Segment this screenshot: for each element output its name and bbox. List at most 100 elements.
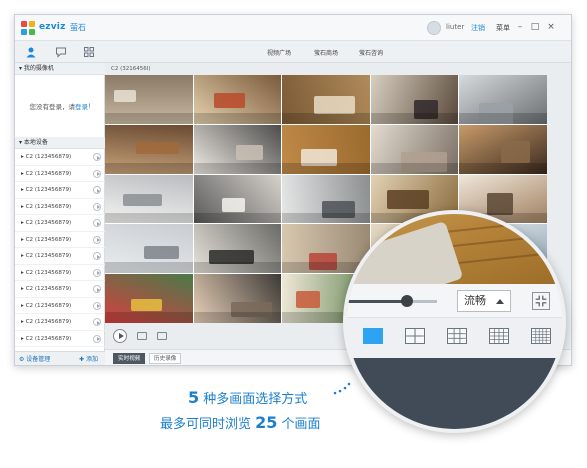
video-tile-floor <box>105 262 193 274</box>
tab-live-video[interactable]: 实时视频 <box>113 353 146 364</box>
device-list-item[interactable]: ▸ C2 (123456879) <box>15 281 105 298</box>
video-tile[interactable] <box>459 124 547 174</box>
avatar[interactable] <box>427 21 441 35</box>
grid-apps-icon[interactable] <box>83 46 95 58</box>
video-tile-scene <box>213 93 246 108</box>
device-list-item[interactable]: ▸ C2 (123456879) <box>15 166 105 182</box>
layout-2x2-icon[interactable] <box>405 328 425 344</box>
video-tile[interactable] <box>459 75 547 124</box>
layout-4x4-icon[interactable] <box>489 328 509 344</box>
layout-selector <box>347 318 562 358</box>
device-label: C2 (123456879) <box>25 319 72 325</box>
video-tile[interactable] <box>193 124 282 174</box>
video-tile-scene <box>144 246 180 259</box>
volume-slider-knob[interactable] <box>401 295 413 307</box>
add-device-button[interactable]: ✚ 添加 <box>79 352 98 365</box>
tab-news[interactable]: 萤石咨询 <box>359 48 383 57</box>
video-tile[interactable] <box>193 224 282 274</box>
nav-bar: 视频广场 萤石商场 萤石咨询 <box>15 41 571 63</box>
quality-value: 流畅 <box>464 294 486 307</box>
brand-name-cn: 萤石 <box>70 23 86 32</box>
device-play-icon[interactable] <box>93 318 101 326</box>
device-management-button[interactable]: ⚙ 设备管理 <box>19 352 50 365</box>
minimize-button[interactable]: – <box>515 22 525 32</box>
title-bar: ezviz 萤石 liuter 注销 菜单 – □ × <box>15 15 571 41</box>
device-list-item[interactable]: ▸ C2 (123456879) <box>15 199 105 215</box>
zoomed-control-bar: 流畅 <box>347 284 562 318</box>
video-tile[interactable] <box>193 174 282 224</box>
device-play-icon[interactable] <box>93 153 101 161</box>
device-play-icon[interactable] <box>93 219 101 227</box>
video-tile-floor <box>105 162 193 174</box>
video-tile[interactable] <box>370 75 459 124</box>
chat-icon[interactable] <box>55 46 67 58</box>
tab-store[interactable]: 萤石商场 <box>314 48 338 57</box>
video-tile[interactable] <box>105 174 193 224</box>
video-tile-scene <box>500 140 531 163</box>
camera-snapshot-icon[interactable] <box>137 332 147 340</box>
video-record-icon[interactable] <box>157 332 167 340</box>
video-tile[interactable] <box>193 75 282 124</box>
device-list-item[interactable]: ▸ C2 (123456879) <box>15 314 105 331</box>
my-cameras-header[interactable]: ▾ 我的摄像机 <box>15 63 105 75</box>
device-label: C2 (123456879) <box>25 335 72 342</box>
login-link[interactable]: 登录 <box>75 101 88 111</box>
video-tile[interactable] <box>105 75 193 124</box>
device-label: C2 (123456879) <box>25 203 72 210</box>
video-tile[interactable] <box>370 124 459 174</box>
video-tile-floor <box>193 312 282 323</box>
nav-tabs: 视频广场 萤石商场 萤石咨询 <box>105 41 571 63</box>
local-devices-header[interactable]: ▾ 本地设备 <box>15 137 105 149</box>
device-list-item[interactable]: ▸ C2 (123456879) <box>15 149 105 166</box>
device-play-icon[interactable] <box>93 268 101 277</box>
layout-1x1-icon[interactable] <box>363 328 383 344</box>
screenshot-stage: ezviz 萤石 liuter 注销 菜单 – □ × 视频广场 萤石商场 萤石… <box>0 0 587 468</box>
device-play-icon[interactable] <box>93 334 101 343</box>
device-label: C2 (123456879) <box>25 253 72 259</box>
device-play-icon[interactable] <box>93 169 101 178</box>
video-tile[interactable] <box>282 124 370 174</box>
not-logged-text: 您没有登录，请 <box>29 103 75 111</box>
device-play-icon[interactable] <box>93 252 101 260</box>
device-play-icon[interactable] <box>93 202 101 211</box>
device-list-item[interactable]: ▸ C2 (123456879) <box>15 215 105 232</box>
video-tile[interactable] <box>282 75 370 124</box>
close-button[interactable]: × <box>546 22 556 32</box>
pointer-dots-icon <box>333 382 351 395</box>
layout-5x5-icon[interactable] <box>531 328 551 344</box>
menu-button[interactable]: 菜单 <box>496 23 510 33</box>
exit-fullscreen-icon[interactable] <box>532 292 550 310</box>
device-label: C2 (123456879) <box>25 286 72 292</box>
quality-select[interactable]: 流畅 <box>457 290 511 312</box>
video-tile[interactable] <box>105 224 193 274</box>
video-tile-floor <box>193 113 282 124</box>
device-play-icon[interactable] <box>93 235 101 244</box>
device-list-item[interactable]: ▸ C2 (123456879) <box>15 331 105 347</box>
volume-slider[interactable] <box>347 300 437 303</box>
caption-line-1: 5 种多画面选择方式 <box>188 388 307 407</box>
video-tile[interactable] <box>105 274 193 323</box>
video-tile-scene <box>113 89 136 102</box>
video-tile-scene <box>222 197 246 213</box>
maximize-button[interactable]: □ <box>530 22 540 32</box>
video-tile[interactable] <box>193 274 282 323</box>
device-play-icon[interactable] <box>93 285 101 293</box>
user-icon[interactable] <box>25 46 37 58</box>
device-list-item[interactable]: ▸ C2 (123456879) <box>15 232 105 248</box>
layout-3x3-icon[interactable] <box>447 328 467 344</box>
device-play-icon[interactable] <box>93 186 101 194</box>
device-list-item[interactable]: ▸ C2 (123456879) <box>15 265 105 281</box>
device-label: C2 (123456879) <box>25 170 72 177</box>
username: liuter <box>446 23 465 31</box>
tab-history-video[interactable]: 历史录像 <box>149 353 182 364</box>
device-list-item[interactable]: ▸ C2 (123456879) <box>15 248 105 265</box>
device-play-icon[interactable] <box>93 301 101 310</box>
video-tile[interactable] <box>105 124 193 174</box>
play-icon[interactable] <box>113 329 127 343</box>
logout-link[interactable]: 注销 <box>471 23 485 33</box>
device-list-item[interactable]: ▸ C2 (123456879) <box>15 182 105 199</box>
device-list-item[interactable]: ▸ C2 (123456879) <box>15 298 105 314</box>
ezviz-logo-icon <box>21 21 35 35</box>
tab-video-square[interactable]: 视频广场 <box>267 48 291 57</box>
local-devices-label: 本地设备 <box>23 139 48 146</box>
